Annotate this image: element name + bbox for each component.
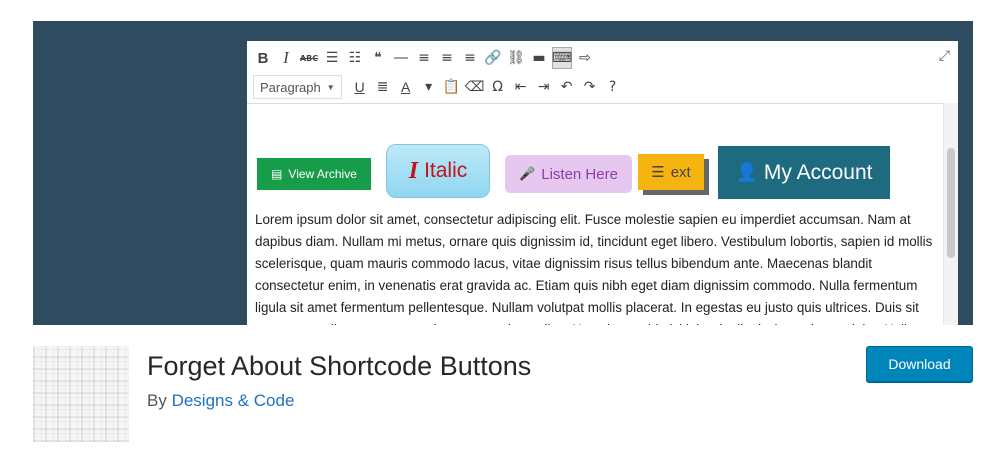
strikethrough-button[interactable]: ABC: [299, 47, 319, 69]
redo-button[interactable]: ↷: [580, 76, 600, 98]
align-center-button[interactable]: ≡: [437, 47, 457, 69]
ext-button[interactable]: ☰ ext: [638, 154, 704, 190]
insert-link-button[interactable]: 🔗: [483, 47, 503, 69]
document-icon: ▤: [271, 167, 283, 181]
fullscreen-icon[interactable]: ⤢: [939, 47, 950, 64]
clear-formatting-button[interactable]: ⌫: [465, 76, 485, 98]
help-button[interactable]: ?: [603, 76, 623, 98]
toolbar-row-2: Paragraph ▼ U ≣ A ▾ 📋 ⌫ Ω ⇤ ⇥ ↶ ↷?: [253, 73, 626, 101]
my-account-label: My Account: [763, 160, 873, 184]
microphone-icon: 🎤: [519, 166, 536, 182]
outdent-button[interactable]: ⇤: [511, 76, 531, 98]
wysiwyg-editor: B I ABC ☰ ☷ ❝ ― ≡ ≡ ≡ 🔗 ⛓ ▬ ⌨ ⇨ Paragraph ▼ U ≣ A ▾ 📋 ⌫ Ω ⇤ ⇥ ↶…: [247, 41, 958, 325]
plugin-banner: B I ABC ☰ ☷ ❝ ― ≡ ≡ ≡ 🔗 ⛓ ▬ ⌨ ⇨ Paragraph ▼ U ≣ A ▾ 📋 ⌫ Ω ⇤ ⇥ ↶…: [33, 21, 973, 325]
listen-here-label: Listen Here: [541, 165, 618, 183]
undo-button[interactable]: ↶: [557, 76, 577, 98]
text-color-button[interactable]: A: [396, 76, 416, 98]
editor-content[interactable]: ▤ View Archive I Italic 🎤 Listen Here ☰ …: [247, 104, 943, 325]
scrollbar-thumb[interactable]: [947, 148, 955, 258]
plugin-author-line: By Designs & Code: [147, 391, 294, 411]
author-prefix: By: [147, 391, 172, 410]
view-archive-label: View Archive: [288, 167, 357, 181]
italic-label: Italic: [424, 159, 468, 182]
user-icon: 👤: [735, 162, 758, 183]
align-right-button[interactable]: ≡: [460, 47, 480, 69]
align-left-button[interactable]: ≡: [414, 47, 434, 69]
remove-link-button[interactable]: ⛓: [506, 47, 526, 69]
italic-icon: I: [408, 157, 419, 184]
italic-sample-button[interactable]: I Italic: [386, 144, 490, 198]
justify-button[interactable]: ≣: [373, 76, 393, 98]
plugin-icon: [33, 346, 129, 442]
special-character-button[interactable]: Ω: [488, 76, 508, 98]
editor-scrollbar[interactable]: [943, 103, 958, 325]
listen-here-button[interactable]: 🎤 Listen Here: [505, 155, 632, 193]
toolbar-row-1: B I ABC ☰ ☷ ❝ ― ≡ ≡ ≡ 🔗 ⛓ ▬ ⌨ ⇨: [253, 44, 598, 72]
horizontal-line-button[interactable]: ―: [391, 47, 411, 69]
bold-button[interactable]: B: [253, 47, 273, 69]
ext-label: ext: [670, 163, 691, 181]
plugin-title: Forget About Shortcode Buttons: [147, 351, 532, 381]
italic-button[interactable]: I: [276, 47, 296, 69]
paragraph-format-select[interactable]: Paragraph ▼: [253, 75, 342, 99]
download-button[interactable]: Download: [866, 346, 973, 382]
toolbar-toggle-button[interactable]: ⌨: [552, 47, 572, 69]
blockquote-button[interactable]: ❝: [368, 47, 388, 69]
text-color-dropdown[interactable]: ▾: [419, 76, 439, 98]
read-more-button[interactable]: ▬: [529, 47, 549, 69]
bullet-list-button[interactable]: ☰: [322, 47, 342, 69]
underline-button[interactable]: U: [350, 76, 370, 98]
chevron-down-icon: ▼: [326, 82, 335, 92]
note-icon: ☰: [651, 163, 665, 181]
paragraph-format-value: Paragraph: [260, 79, 321, 95]
indent-button[interactable]: ⇥: [534, 76, 554, 98]
editor-toolbar: B I ABC ☰ ☷ ❝ ― ≡ ≡ ≡ 🔗 ⛓ ▬ ⌨ ⇨ Paragraph ▼ U ≣ A ▾ 📋 ⌫ Ω ⇤ ⇥ ↶…: [247, 41, 958, 104]
my-account-button[interactable]: 👤 My Account: [718, 146, 890, 199]
author-link[interactable]: Designs & Code: [172, 391, 295, 410]
shortcode-button[interactable]: ⇨: [575, 47, 595, 69]
numbered-list-button[interactable]: ☷: [345, 47, 365, 69]
editor-body-text: Lorem ipsum dolor sit amet, consectetur …: [255, 212, 933, 325]
view-archive-button[interactable]: ▤ View Archive: [257, 158, 371, 190]
paste-text-button[interactable]: 📋: [442, 76, 462, 98]
